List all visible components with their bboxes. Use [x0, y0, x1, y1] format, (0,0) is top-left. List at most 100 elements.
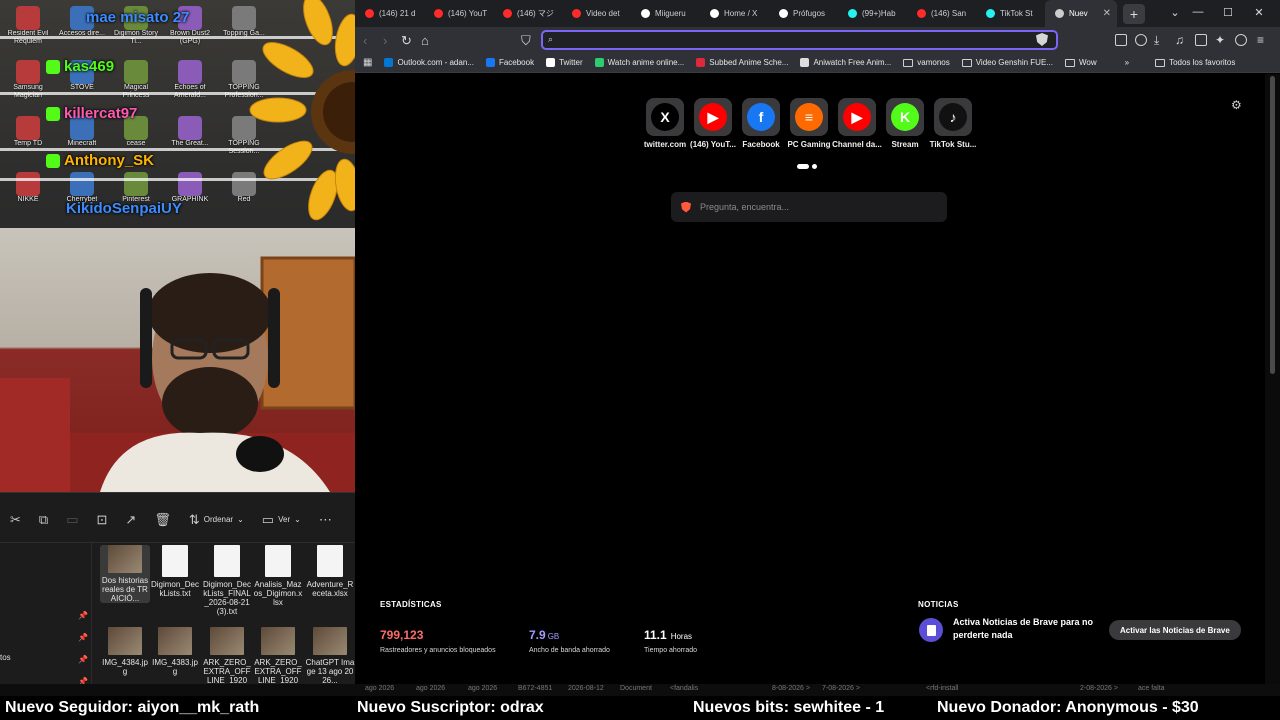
- page-dot[interactable]: [812, 164, 817, 169]
- media-icon[interactable]: ♫: [1175, 33, 1184, 47]
- back-icon[interactable]: ‹: [363, 33, 367, 48]
- top-site-tile[interactable]: ♪ TikTok Stu...: [929, 98, 977, 149]
- stat-time: 11.1 Horas Tiempo ahorrado: [644, 626, 697, 654]
- tab[interactable]: Video det: [562, 0, 631, 27]
- scrollbar-thumb[interactable]: [1270, 76, 1275, 374]
- tab[interactable]: (99+)Hab: [838, 0, 907, 27]
- ticker-bits: Nuevos bits: sewhitee - 1: [693, 699, 885, 716]
- top-site-icon-box: K: [886, 98, 924, 136]
- page-scrollbar[interactable]: [1265, 74, 1280, 684]
- activate-news-button[interactable]: Activar las Noticias de Brave: [1109, 620, 1241, 640]
- file-item[interactable]: Analisis_Mazos_Digimon.xlsx: [253, 545, 303, 607]
- file-item[interactable]: IMG_4383.jpg: [150, 627, 200, 676]
- chat-line: killercat97: [46, 105, 137, 122]
- bookmark-item[interactable]: Outlook.com - adan...: [384, 58, 474, 67]
- tab[interactable]: (146) YouT: [424, 0, 493, 27]
- forward-icon[interactable]: ›: [383, 33, 387, 48]
- brave-wallet-icon[interactable]: [1195, 34, 1207, 46]
- wallet-icon[interactable]: [1115, 34, 1127, 46]
- apps-grid-icon[interactable]: ▦: [363, 57, 372, 68]
- menu-icon[interactable]: ≡: [1257, 33, 1264, 47]
- bookmarks-overflow-button[interactable]: »: [1125, 58, 1129, 67]
- maximize-icon[interactable]: ☐: [1221, 6, 1235, 19]
- rename-icon[interactable]: ⊡: [97, 512, 108, 528]
- tab-search-icon[interactable]: ⌄: [1168, 6, 1182, 19]
- bookmark-folder[interactable]: Wow: [1064, 58, 1097, 67]
- extensions-icon[interactable]: [1135, 34, 1147, 46]
- top-site-tile[interactable]: ▶ Channel da...: [832, 98, 882, 149]
- paste-icon[interactable]: ▭: [66, 512, 78, 528]
- cut-icon[interactable]: ✂: [10, 512, 21, 528]
- view-button[interactable]: ▭ Ver ⌄: [262, 512, 301, 528]
- page-dot-active[interactable]: [797, 164, 809, 169]
- chat-username: kas469: [64, 58, 115, 75]
- copy-icon[interactable]: ⧉: [39, 512, 48, 528]
- sort-button[interactable]: ⇅ Ordenar ⌄: [189, 512, 244, 528]
- bookmark-item[interactable]: Subbed Anime Sche...: [696, 58, 788, 67]
- top-site-tile[interactable]: ≡ PC Gaming: [785, 98, 833, 149]
- stream-chat-overlay: Resident Evil Requiem Accesos dire... Digi…: [0, 0, 355, 228]
- close-window-icon[interactable]: ✕: [1252, 6, 1266, 19]
- address-input[interactable]: [561, 34, 1031, 51]
- top-site-tile[interactable]: Xtwitter.com: [641, 98, 689, 149]
- tab-active[interactable]: Nuev ✕: [1045, 0, 1117, 27]
- file-item[interactable]: ChatGPT Image 13 ago 2026...: [305, 627, 355, 685]
- tab[interactable]: Prófugos: [769, 0, 838, 27]
- vpn-icon[interactable]: [1235, 34, 1247, 46]
- file-item[interactable]: IMG_4384.jpg: [100, 627, 150, 676]
- top-site-tile[interactable]: f Facebook: [737, 98, 785, 149]
- ntp-search-input[interactable]: [700, 202, 930, 212]
- bookmark-folder[interactable]: Video Genshin FUE...: [961, 58, 1053, 67]
- close-tab-icon[interactable]: ✕: [1103, 8, 1111, 19]
- desktop-shortcut[interactable]: Resident Evil Requiem: [4, 6, 52, 46]
- top-site-tile[interactable]: ▶ (146) YouT...: [689, 98, 737, 149]
- news-title: NOTICIAS: [918, 600, 959, 609]
- all-favorites-folder[interactable]: Todos los favoritos: [1155, 58, 1235, 67]
- file-item[interactable]: Dos historias reales de TRAICIÓ...: [100, 545, 150, 603]
- more-options-icon[interactable]: ⋯: [319, 512, 332, 528]
- share-icon[interactable]: ↗: [125, 512, 136, 528]
- bookmark-item[interactable]: Facebook: [485, 58, 534, 67]
- tab[interactable]: (146) マジ: [493, 0, 562, 27]
- settings-gear-icon[interactable]: ⚙: [1231, 98, 1242, 112]
- bookmark-folder[interactable]: vamonos: [903, 58, 950, 67]
- tab[interactable]: Home / X: [700, 0, 769, 27]
- delete-icon[interactable]: 🗑: [154, 512, 171, 528]
- file-item[interactable]: Adventure_Receta.xlsx: [305, 545, 355, 598]
- bookmark-item[interactable]: Twitter: [546, 58, 583, 67]
- tab[interactable]: (146) 21 d: [355, 0, 424, 27]
- bookmarks-bar: ▦ Outlook.com - adan... Facebook Twitter Wa…: [355, 53, 1280, 73]
- app-icon: [124, 60, 148, 84]
- app-icon: [124, 172, 148, 196]
- nav-item-label[interactable]: tos: [0, 653, 11, 662]
- tab[interactable]: TikTok St: [976, 0, 1045, 27]
- screen: Resident Evil Requiem Accesos dire... Digi…: [0, 0, 1280, 720]
- download-icon[interactable]: ⤓: [1154, 33, 1159, 48]
- reload-icon[interactable]: ↻: [401, 33, 412, 49]
- chat-line: kas469: [46, 58, 114, 75]
- leo-ai-icon[interactable]: ✦: [1215, 33, 1225, 47]
- bookmark-item[interactable]: Watch anime online...: [594, 58, 685, 67]
- top-sites-pager: [797, 164, 817, 169]
- home-icon[interactable]: ⌂: [421, 33, 429, 48]
- time-unit: Horas: [670, 632, 693, 641]
- top-site-label: PC Gaming: [787, 140, 831, 149]
- top-site-tile[interactable]: K Stream: [881, 98, 929, 149]
- file-item[interactable]: Digimon_DeckLists_FINAL_2026-08-21(3).tx…: [202, 545, 252, 616]
- tab[interactable]: (146) San: [907, 0, 976, 27]
- bookmark-item[interactable]: Aniwatch Free Anim...: [800, 58, 891, 67]
- tab-favicon-icon: [434, 9, 443, 18]
- minimize-icon[interactable]: —: [1191, 6, 1205, 18]
- address-bar[interactable]: ⌕: [541, 30, 1058, 51]
- top-site-icon-box: ▶: [838, 98, 876, 136]
- tab[interactable]: Miigueru: [631, 0, 700, 27]
- ntp-search-box[interactable]: [671, 192, 947, 222]
- app-icon: [178, 172, 202, 196]
- bookmark-label: Outlook.com - adan...: [397, 58, 474, 67]
- bookmark-icon[interactable]: ⛉: [521, 33, 531, 49]
- new-tab-button[interactable]: +: [1123, 3, 1145, 24]
- file-item[interactable]: Digimon_DeckLists.txt: [150, 545, 200, 598]
- brave-shields-icon[interactable]: [1036, 33, 1048, 46]
- ticker-follower: Nuevo Seguidor: aiyon__mk_rath: [5, 699, 260, 716]
- bookmark-label: Watch anime online...: [607, 58, 685, 67]
